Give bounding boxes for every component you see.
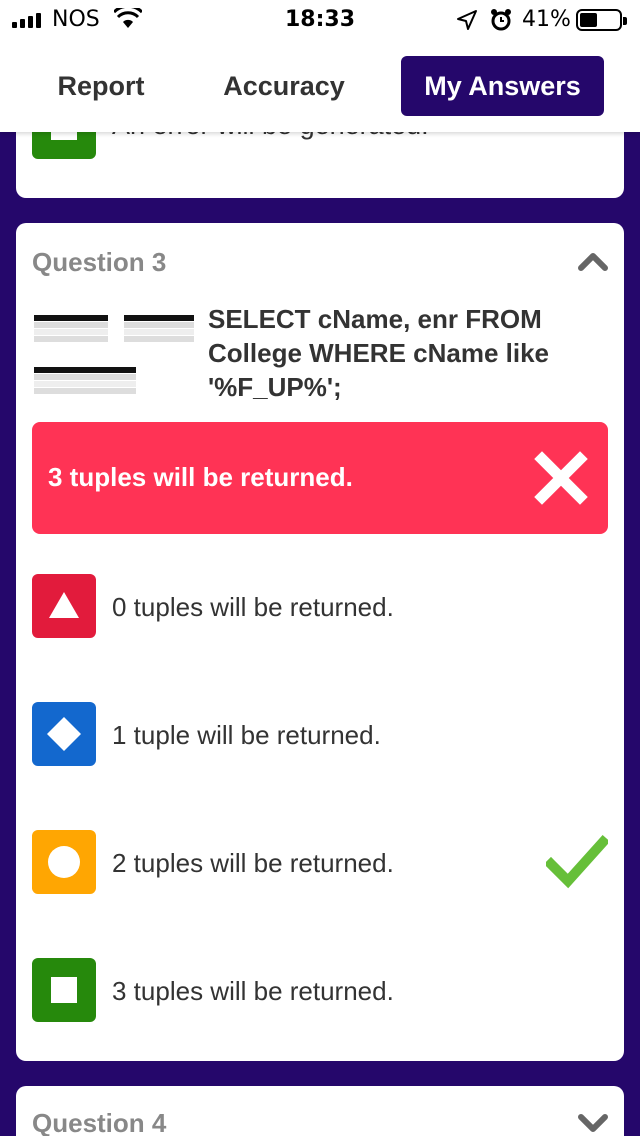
tab-report[interactable]: Report [36,56,166,116]
option-diamond: 1 tuple will be returned. [32,702,608,766]
user-answer-label: 3 tuples will be returned. [48,462,353,492]
question-card[interactable]: Question 4 [16,1086,624,1136]
alarm-icon [491,9,511,31]
tab-bar: Report Accuracy My Answers [0,40,640,132]
tab-my-answers[interactable]: My Answers [401,56,604,116]
square-icon [32,958,96,1022]
option-circle: 2 tuples will be returned. [32,830,608,894]
checkmark-icon [546,834,608,889]
battery-percent: 41% [522,7,571,32]
circle-icon [32,830,96,894]
battery-icon [576,9,627,31]
chevron-down-icon[interactable] [578,1114,608,1134]
option-square: 3 tuples will be returned. [32,958,608,1022]
triangle-icon [32,574,96,638]
user-answer-banner: 3 tuples will be returned. [32,422,608,534]
question-image [30,301,210,401]
option-triangle: 0 tuples will be returned. [32,574,608,638]
question-title: Question 4 [32,1108,167,1136]
location-icon [457,10,477,30]
x-icon [534,451,588,505]
diamond-icon [32,702,96,766]
status-bar: NOS 18:33 41% [0,0,640,40]
option-label: 3 tuples will be returned. [112,976,394,1006]
chevron-up-icon[interactable] [578,251,608,271]
option-label: 2 tuples will be returned. [112,848,394,878]
question-card: Question 3 SELECT cName, enr FROM Colleg… [16,223,624,1061]
option-label: 0 tuples will be returned. [112,592,394,622]
question-text: SELECT cName, enr FROM College WHERE cNa… [208,304,549,402]
tab-accuracy[interactable]: Accuracy [202,56,366,116]
question-title: Question 3 [32,247,167,277]
option-label: 1 tuple will be returned. [112,720,381,750]
